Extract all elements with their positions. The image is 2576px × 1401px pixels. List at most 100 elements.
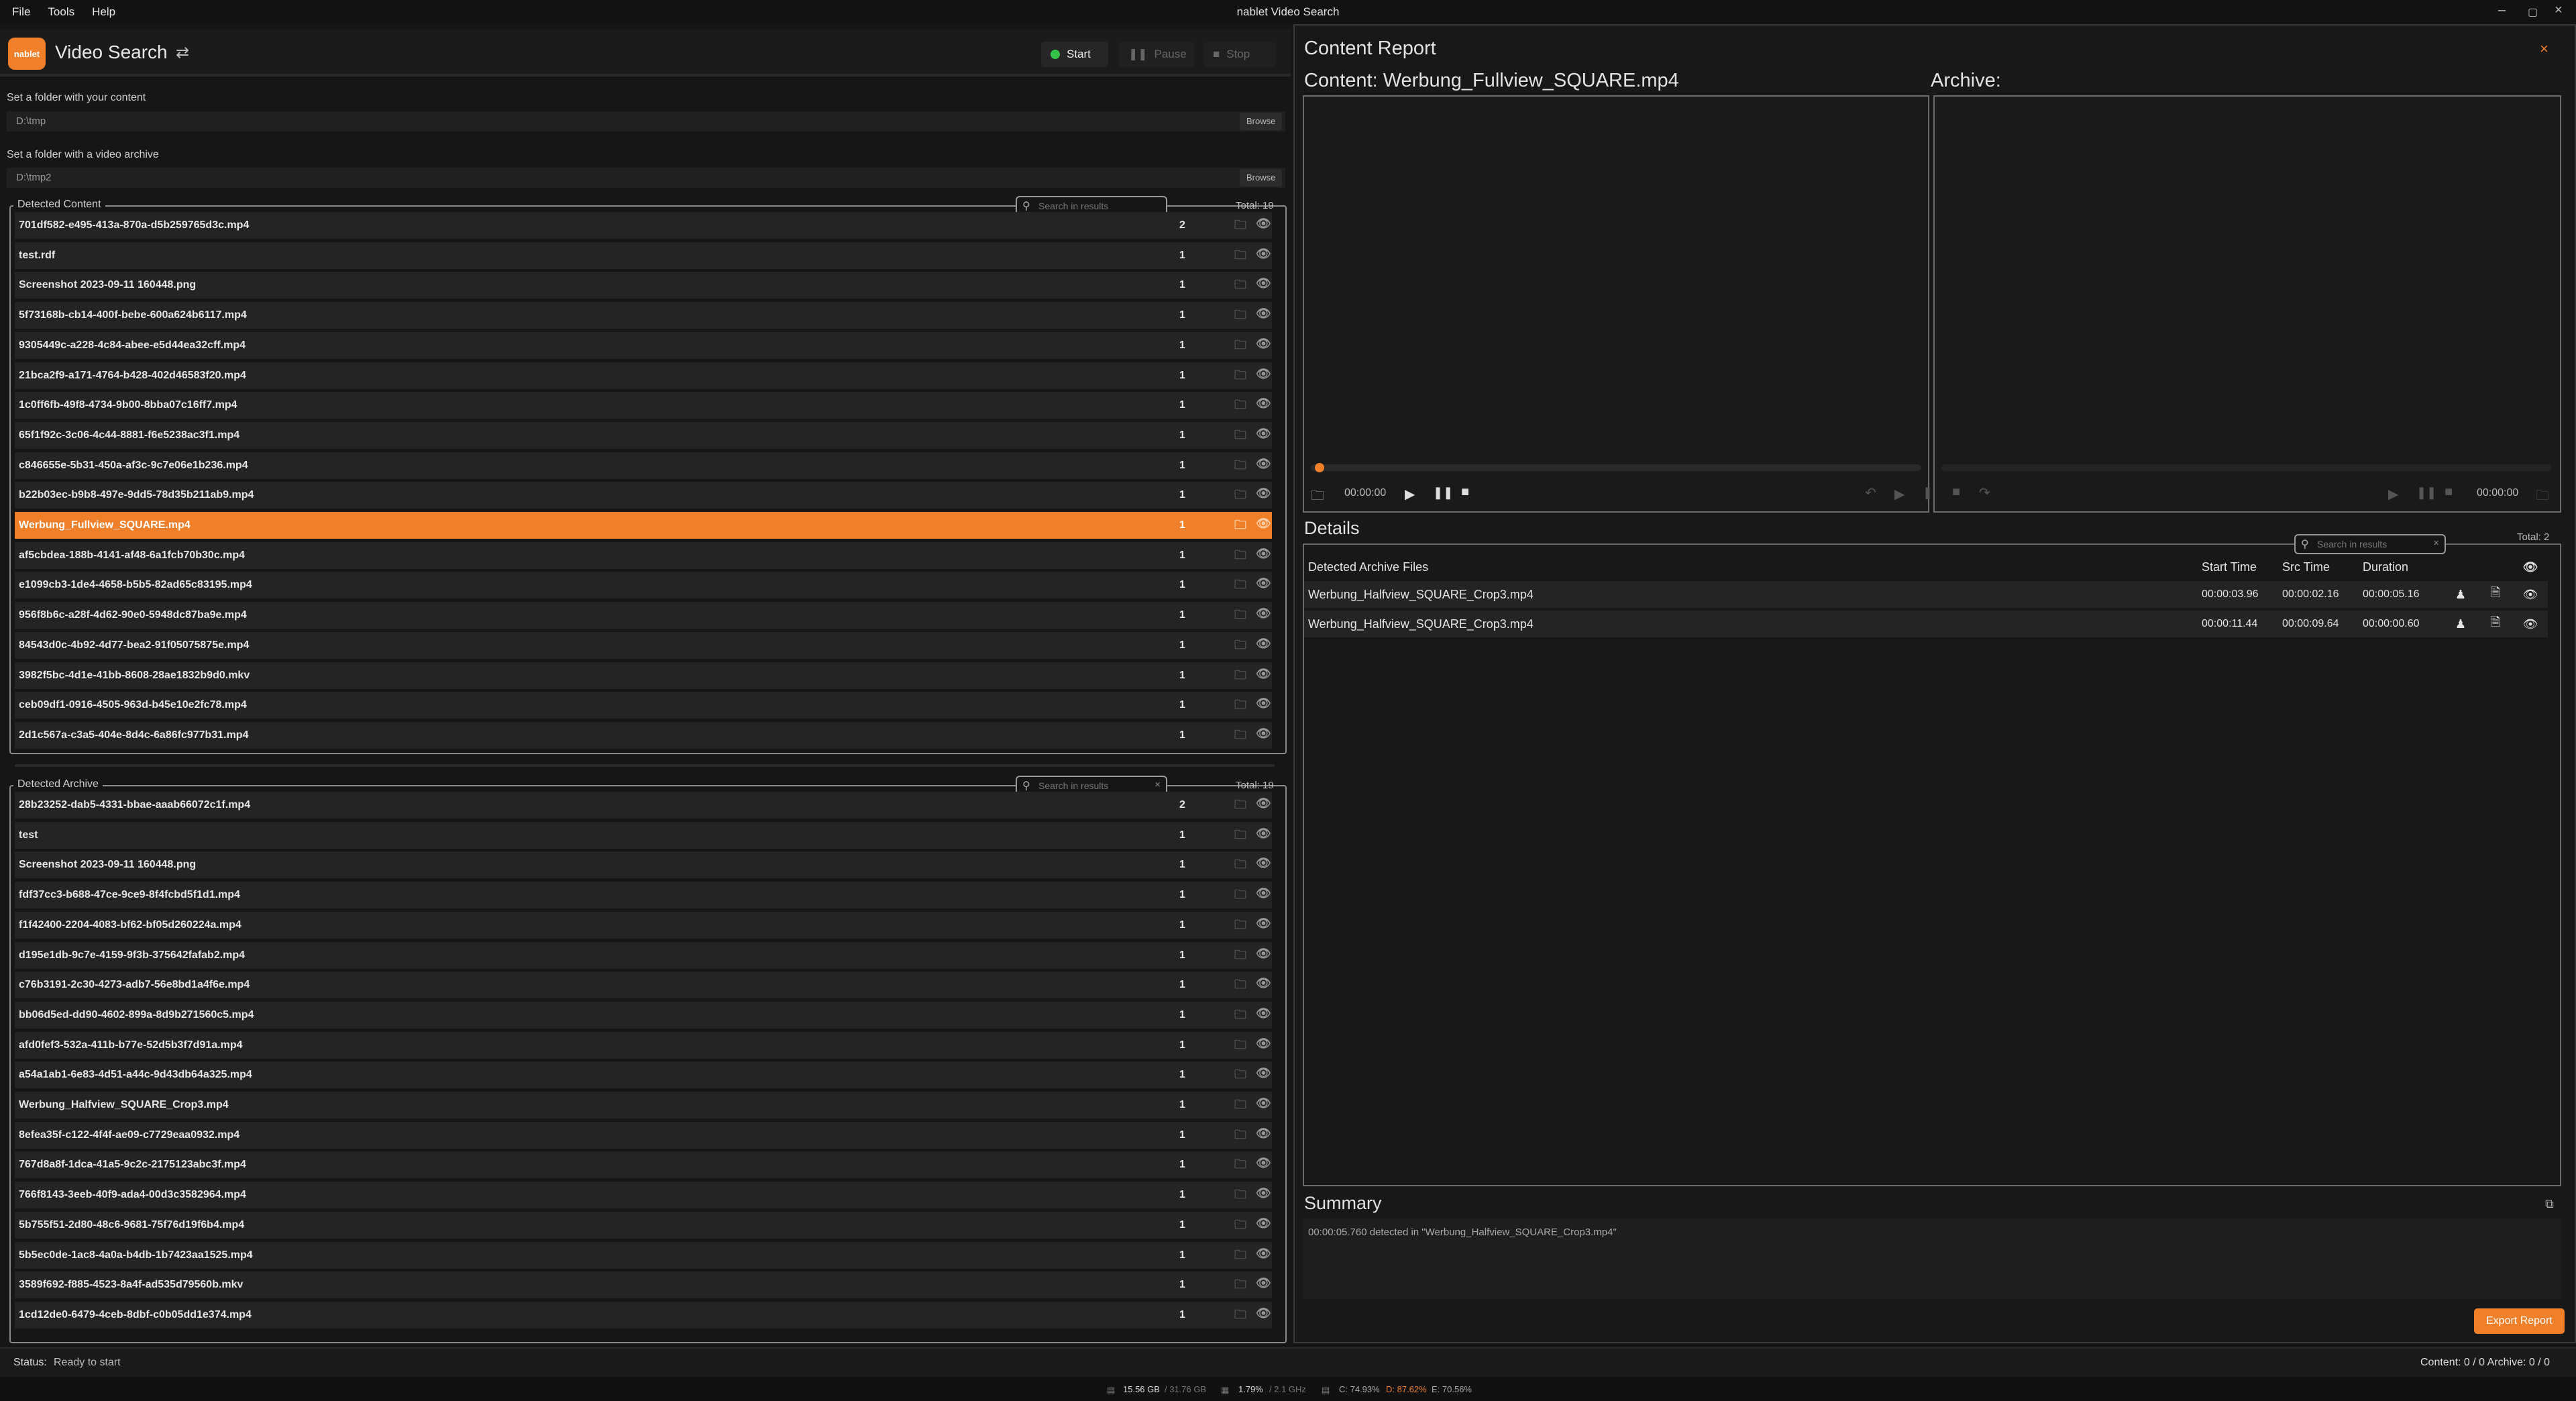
eye-icon[interactable]: 👁 — [1256, 337, 1273, 353]
folder-icon[interactable]: 🗀 — [1234, 576, 1252, 592]
content-play-segment-icon[interactable]: ▶ — [1894, 486, 1904, 503]
eye-icon[interactable]: 👁 — [1256, 1066, 1273, 1082]
eye-icon[interactable]: 👁 — [1256, 696, 1273, 713]
list-item[interactable]: 5f73168b-cb14-400f-bebe-600a624b6117.mp4… — [15, 302, 1272, 329]
list-item[interactable]: 21bca2f9-a171-4764-b428-402d46583f20.mp4… — [15, 362, 1272, 389]
list-item[interactable]: c76b3191-2c30-4273-adb7-56e8bd1a4f6e.mp4… — [15, 972, 1273, 999]
archive-play-icon[interactable]: ▶ — [2388, 486, 2398, 503]
list-item[interactable]: ceb09df1-0916-4505-963d-b45e10e2fc78.mp4… — [15, 692, 1272, 719]
eye-icon[interactable]: 👁 — [1256, 276, 1273, 293]
folder-icon[interactable]: 🗀 — [1234, 486, 1252, 503]
maximize-icon[interactable]: ▢ — [2528, 5, 2538, 19]
settings-sliders-icon[interactable]: ⇄ — [176, 43, 196, 63]
menu-tools[interactable]: Tools — [48, 5, 74, 19]
eye-icon[interactable]: 👁 — [2513, 581, 2548, 609]
eye-icon[interactable]: 👁 — [1256, 856, 1273, 872]
content-play-icon[interactable]: ▶ — [1405, 486, 1415, 503]
folder-icon[interactable]: 🗀 — [1234, 337, 1252, 353]
list-item[interactable]: Screenshot 2023-09-11 160448.png 1 🗀 👁 — [15, 851, 1273, 879]
eye-icon[interactable]: 👁 — [1256, 976, 1273, 992]
list-item[interactable]: d195e1db-9c7e-4159-9f3b-375642fafab2.mp4… — [15, 941, 1273, 969]
archive-seek-bar[interactable] — [1941, 464, 2552, 471]
export-report-button[interactable]: Export Report — [2474, 1308, 2565, 1334]
stop-button[interactable]: ■ Stop — [1203, 42, 1276, 67]
folder-icon[interactable]: 🗀 — [1234, 1216, 1252, 1233]
start-button[interactable]: Start — [1041, 42, 1108, 67]
folder-icon[interactable]: 🗀 — [1234, 607, 1252, 623]
list-item[interactable]: 701df582-e495-413a-870a-d5b259765d3c.mp4… — [15, 212, 1272, 239]
eye-icon[interactable]: 👁 — [1256, 1186, 1273, 1202]
minimize-icon[interactable]: – — [2498, 3, 2506, 18]
eye-icon[interactable]: 👁 — [1256, 886, 1273, 902]
eye-icon[interactable]: 👁 — [1256, 397, 1273, 413]
archive-forward-icon[interactable]: ↷ — [1979, 484, 1990, 501]
list-item[interactable]: Werbung_Halfview_SQUARE_Crop3.mp4 1 🗀 👁 — [15, 1092, 1272, 1119]
eye-icon[interactable]: 👁 — [1256, 1247, 1273, 1263]
folder-icon[interactable]: 🗀 — [1234, 1306, 1252, 1322]
folder-icon[interactable]: 🗀 — [1234, 1006, 1252, 1023]
folder-icon[interactable]: 🗀 — [1234, 1096, 1252, 1112]
document-icon[interactable]: 🗎 — [2478, 581, 2513, 609]
list-item[interactable]: b22b03ec-b9b8-497e-9dd5-78d35b211ab9.mp4… — [15, 482, 1272, 509]
content-video-player[interactable] — [1303, 95, 1929, 513]
list-item[interactable]: 3589f692-f885-4523-8a4f-ad535d79560b.mkv… — [15, 1272, 1273, 1299]
list-item[interactable]: test.rdf 1 🗀 👁 — [15, 242, 1272, 269]
eye-icon[interactable]: 👁 — [1256, 947, 1273, 963]
list-item[interactable]: 767d8a8f-1dca-41a5-9c2c-2175123abc3f.mp4… — [15, 1151, 1273, 1179]
folder-icon[interactable]: 🗀 — [1234, 667, 1252, 683]
folder-icon[interactable]: 🗀 — [1234, 637, 1252, 653]
list-item[interactable]: 1cd12de0-6479-4ceb-8dbf-c0b05dd1e374.mp4… — [15, 1301, 1273, 1329]
list-item[interactable]: bb06d5ed-dd90-4602-899a-8d9b271560c5.mp4… — [15, 1001, 1272, 1029]
table-row[interactable]: Werbung_Halfview_SQUARE_Crop3.mp4 00:00:… — [1304, 581, 2548, 609]
eye-icon[interactable]: 👁 — [1256, 517, 1273, 533]
list-item[interactable]: 5b5ec0de-1ac8-4a0a-b4db-1b7423aa1525.mp4… — [15, 1241, 1273, 1269]
list-item[interactable]: afd0fef3-532a-411b-b77e-52d5b3f7d91a.mp4… — [15, 1031, 1272, 1059]
content-seek-handle[interactable] — [1315, 463, 1324, 472]
folder-icon[interactable]: 🗀 — [1234, 696, 1252, 713]
folder-icon[interactable]: 🗀 — [1234, 247, 1252, 263]
folder-icon[interactable]: 🗀 — [1234, 547, 1252, 563]
eye-icon[interactable]: 👁 — [1256, 1276, 1273, 1292]
folder-icon[interactable]: 🗀 — [1234, 976, 1252, 992]
eye-icon[interactable]: 👁 — [1256, 827, 1273, 843]
eye-icon[interactable]: 👁 — [1256, 427, 1273, 443]
folder-icon[interactable]: 🗀 — [1234, 427, 1252, 443]
eye-icon[interactable]: 👁 — [1256, 917, 1273, 933]
eye-icon[interactable]: 👁 — [1256, 307, 1273, 323]
content-seek-bar[interactable] — [1311, 464, 1921, 471]
eye-icon[interactable]: 👁 — [2513, 553, 2548, 581]
list-item[interactable]: Werbung_Fullview_SQUARE.mp4 1 🗀 👁 — [15, 512, 1272, 539]
folder-icon[interactable]: 🗀 — [1234, 1247, 1252, 1263]
folder-icon[interactable]: 🗀 — [1234, 1186, 1252, 1202]
folder-icon[interactable]: 🗀 — [1234, 917, 1252, 933]
folder-icon[interactable]: 🗀 — [1234, 517, 1252, 533]
folder-icon[interactable]: 🗀 — [1234, 367, 1252, 383]
list-item[interactable]: 956f8b6c-a28f-4d62-90e0-5948dc87ba9e.mp4… — [15, 602, 1272, 629]
table-row[interactable]: Werbung_Halfview_SQUARE_Crop3.mp4 00:00:… — [1304, 609, 2548, 637]
folder-icon[interactable]: 🗀 — [1234, 397, 1252, 413]
eye-icon[interactable]: 👁 — [2513, 609, 2548, 637]
eye-icon[interactable]: 👁 — [1256, 457, 1273, 473]
details-search-input[interactable]: ⚲ Search in results × — [2294, 534, 2446, 554]
list-item[interactable]: e1099cb3-1de4-4658-b5b5-82ad65c83195.mp4… — [15, 572, 1272, 599]
eye-icon[interactable]: 👁 — [1256, 667, 1273, 683]
list-item[interactable]: 84543d0c-4b92-4d77-bea2-91f05075875e.mp4… — [15, 631, 1273, 659]
menu-file[interactable]: File — [12, 5, 30, 19]
eye-icon[interactable]: 👁 — [1256, 1216, 1273, 1233]
folder-icon[interactable]: 🗀 — [1234, 827, 1252, 843]
eye-icon[interactable]: 👁 — [1256, 1156, 1273, 1172]
list-item[interactable]: 3982f5bc-4d1e-41bb-8608-28ae1832b9d0.mkv… — [15, 662, 1272, 689]
list-item[interactable]: 1c0ff6fb-49f8-4734-9b00-8bba07c16ff7.mp4… — [15, 392, 1272, 419]
eye-icon[interactable]: 👁 — [1256, 576, 1273, 592]
folder-icon[interactable]: 🗀 — [1234, 796, 1252, 813]
eye-icon[interactable]: 👁 — [1256, 486, 1273, 503]
eye-icon[interactable]: 👁 — [1256, 1306, 1273, 1322]
archive-folder-input[interactable]: D:\tmp2 — [7, 168, 1285, 188]
archive-pause-icon[interactable]: ❚❚ — [2416, 486, 2436, 500]
archive-stop-icon[interactable]: ■ — [2445, 484, 2453, 500]
close-report-icon[interactable]: × — [2540, 40, 2548, 58]
folder-icon[interactable]: 🗀 — [1234, 1066, 1252, 1082]
list-item[interactable]: fdf37cc3-b688-47ce-9ce9-8f4fcbd5f1d1.mp4… — [15, 882, 1272, 909]
close-window-icon[interactable]: × — [2555, 3, 2563, 18]
eye-icon[interactable]: 👁 — [1256, 637, 1273, 653]
